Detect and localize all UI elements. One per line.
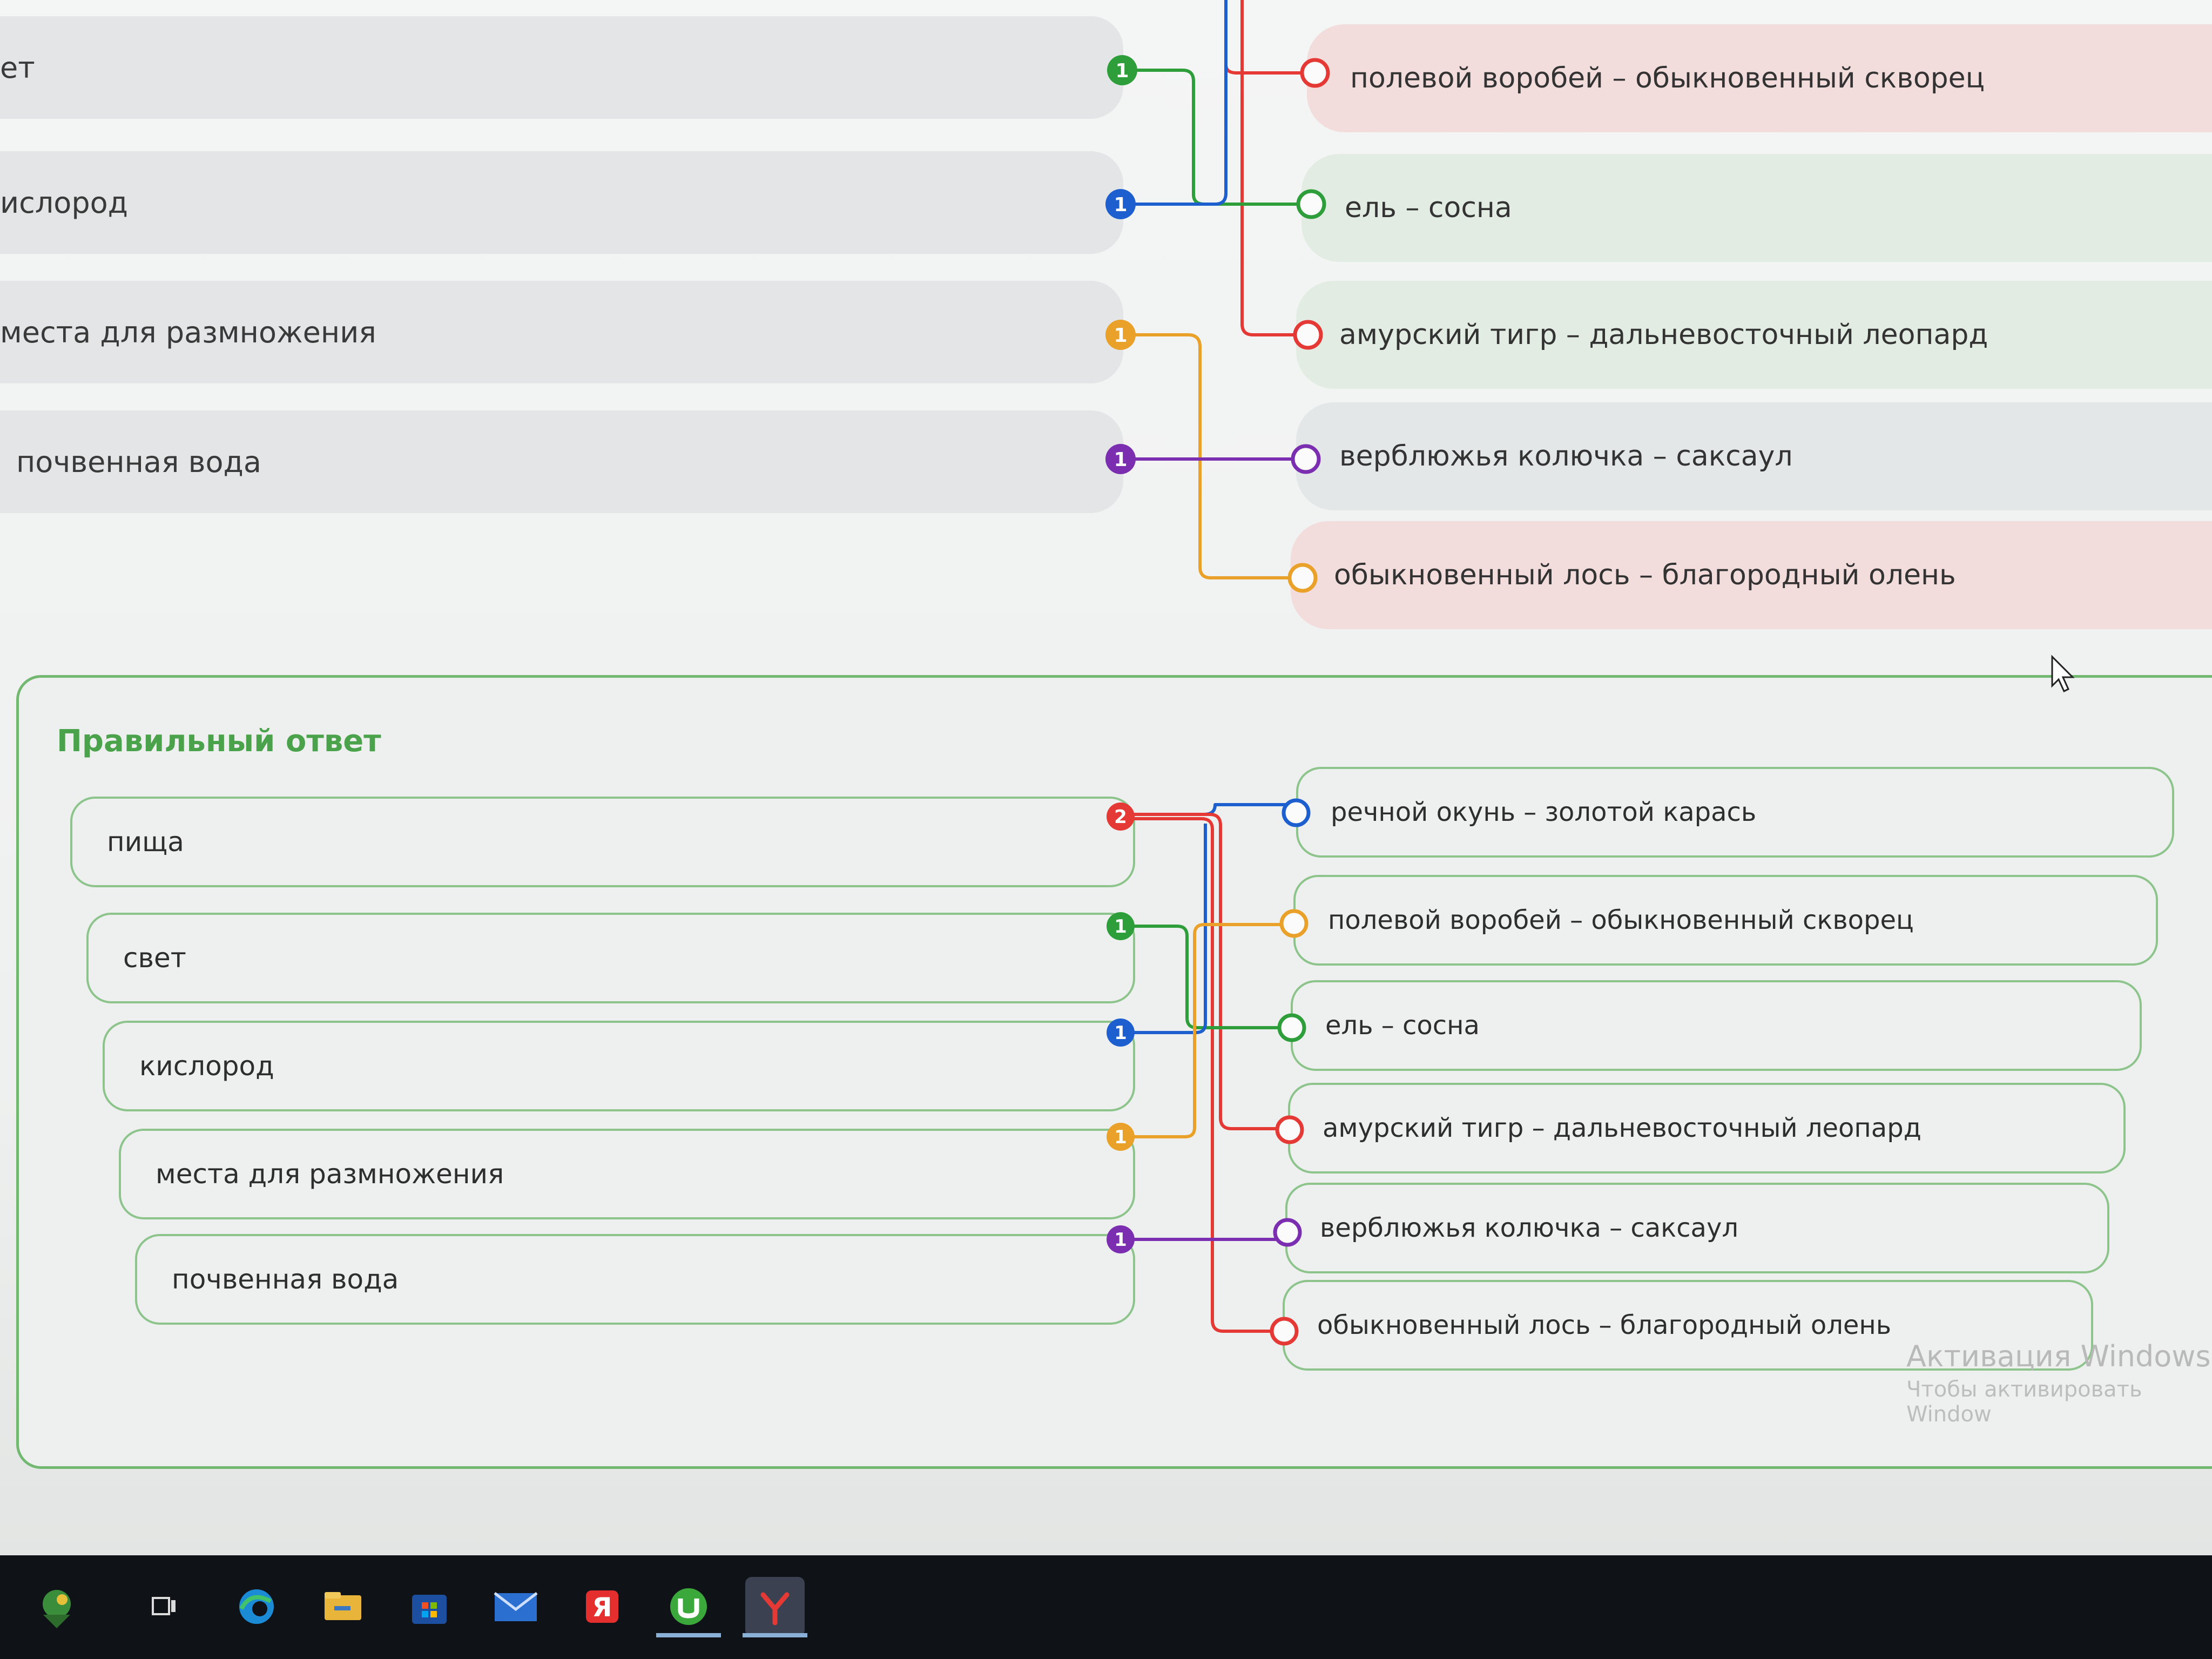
wire-red-upper-2 [1240,0,1296,336]
endpoint-purple-answer [1273,1218,1302,1247]
wire-red-upper [1224,0,1301,75]
windows-activation-title: Активация Windows [1906,1339,2211,1373]
file-explorer-icon[interactable] [313,1577,373,1636]
endpoint-blue-answer [1282,798,1311,827]
endpoint-green-upper [1296,189,1326,219]
endpoint-green-answer [1277,1013,1306,1042]
badge-green-answer-num: 1 [1114,916,1127,938]
endpoint-purple-upper [1291,444,1321,474]
wire-green-upper [1131,69,1299,206]
badge-green-upper-num: 1 [1115,60,1129,82]
endpoint-red-answer-1 [1275,1115,1304,1144]
mail-icon[interactable] [486,1577,545,1636]
badge-orange-answer-num: 1 [1114,1127,1127,1148]
svg-text:Я: Я [592,1593,612,1623]
endpoint-orange-answer [1279,909,1309,938]
taskbar-active-indicator [656,1633,721,1637]
mouse-cursor-icon [2051,655,2075,693]
answer-badges: 2 1 1 1 1 [1107,798,1311,1346]
wire-red-answer-2 [1121,817,1280,1333]
task-view-icon[interactable] [135,1577,194,1636]
badge-blue-answer-num: 1 [1114,1022,1127,1044]
endpoint-red-answer-2 [1270,1317,1299,1346]
wire-green-answer [1121,925,1285,1029]
wire-orange-upper [1123,333,1293,579]
badge-purple-answer-num: 1 [1114,1229,1127,1251]
badge-purple-upper-num: 1 [1114,449,1127,471]
connection-wires: 1 1 1 1 2 1 1 1 1 [1105,0,1330,1346]
badge-orange-upper-num: 1 [1114,325,1127,347]
endpoint-orange-upper [1287,563,1318,593]
yandex-browser-icon[interactable]: Я [572,1577,632,1636]
store-icon[interactable] [400,1577,459,1636]
endpoint-red-upper-1 [1300,58,1330,88]
upper-badges: 1 1 1 1 [1105,55,1330,593]
badge-blue-upper-num: 1 [1114,194,1127,216]
badge-red-answer-num: 2 [1114,806,1127,828]
edge-icon[interactable] [227,1577,286,1636]
bird-app-icon[interactable] [22,1577,92,1636]
taskbar-active-indicator [743,1633,807,1637]
windows-activation-subtitle: Чтобы активировать Window [1906,1377,2142,1427]
utorrent-icon[interactable] [659,1577,718,1636]
endpoint-red-upper-2 [1293,320,1323,350]
wire-blue-upper [1126,0,1228,206]
yandex-icon[interactable] [745,1577,805,1636]
